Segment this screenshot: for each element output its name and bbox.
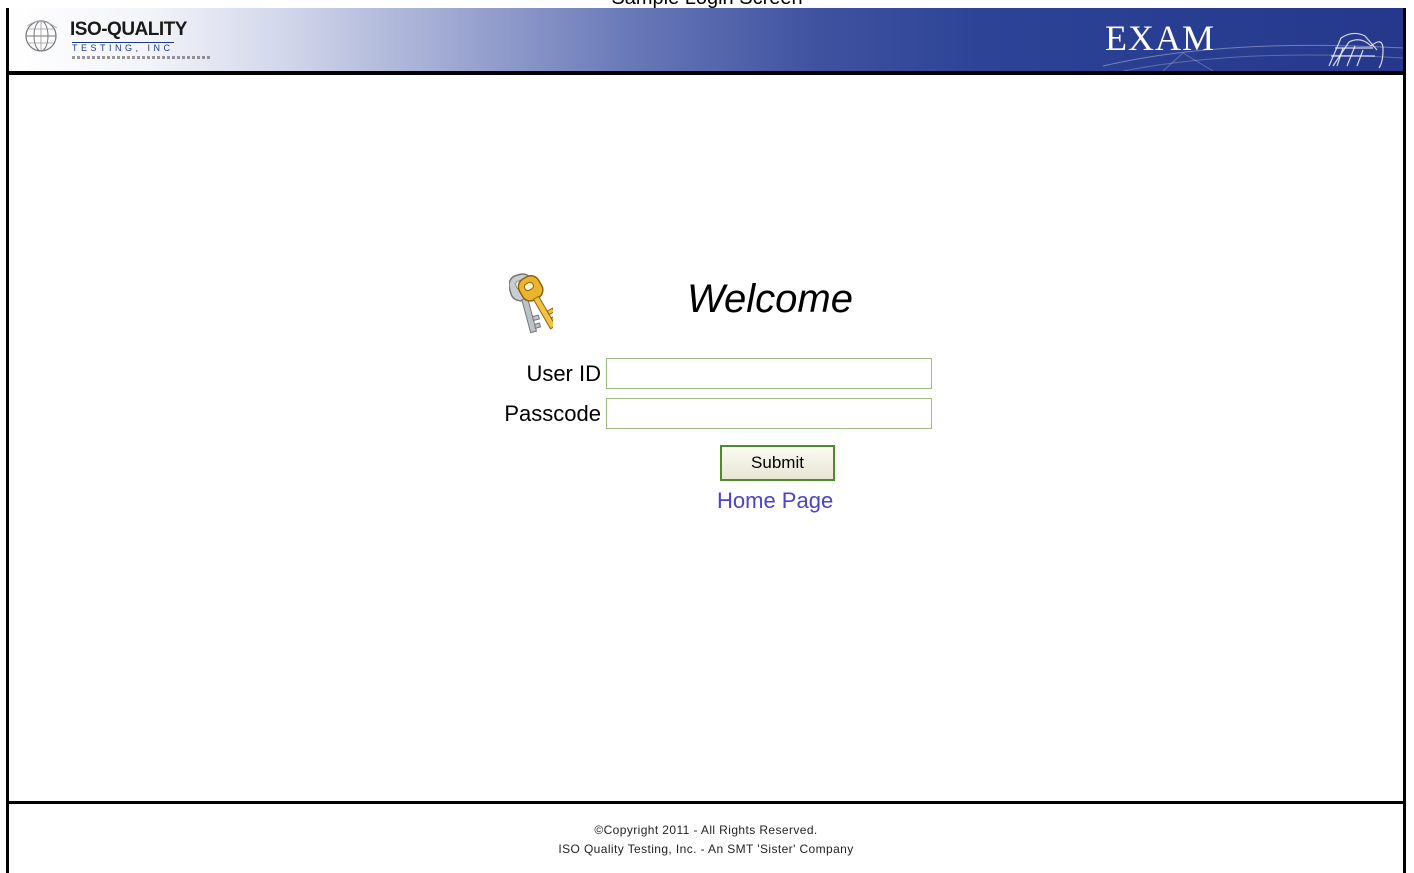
main-content: Welcome User ID Passcode Submit Home Pag… xyxy=(9,75,1403,803)
user-id-input[interactable] xyxy=(606,358,932,389)
company-text: ISO Quality Testing, Inc. - An SMT 'Sist… xyxy=(558,842,854,856)
welcome-heading: Welcome xyxy=(687,277,853,321)
copyright-text: ©Copyright 2011 - All Rights Reserved. xyxy=(594,823,818,837)
keys-icon xyxy=(509,273,553,334)
user-id-label: User ID xyxy=(526,361,601,386)
page-caption: Sample Login Screen xyxy=(0,0,1414,8)
page-caption-text: Sample Login Screen xyxy=(611,0,802,8)
home-page-link[interactable]: Home Page xyxy=(717,488,833,514)
passcode-input[interactable] xyxy=(606,398,932,429)
submit-button[interactable]: Submit xyxy=(720,445,835,481)
footer: ©Copyright 2011 - All Rights Reserved. I… xyxy=(6,801,1406,869)
passcode-label: Passcode xyxy=(504,401,601,426)
